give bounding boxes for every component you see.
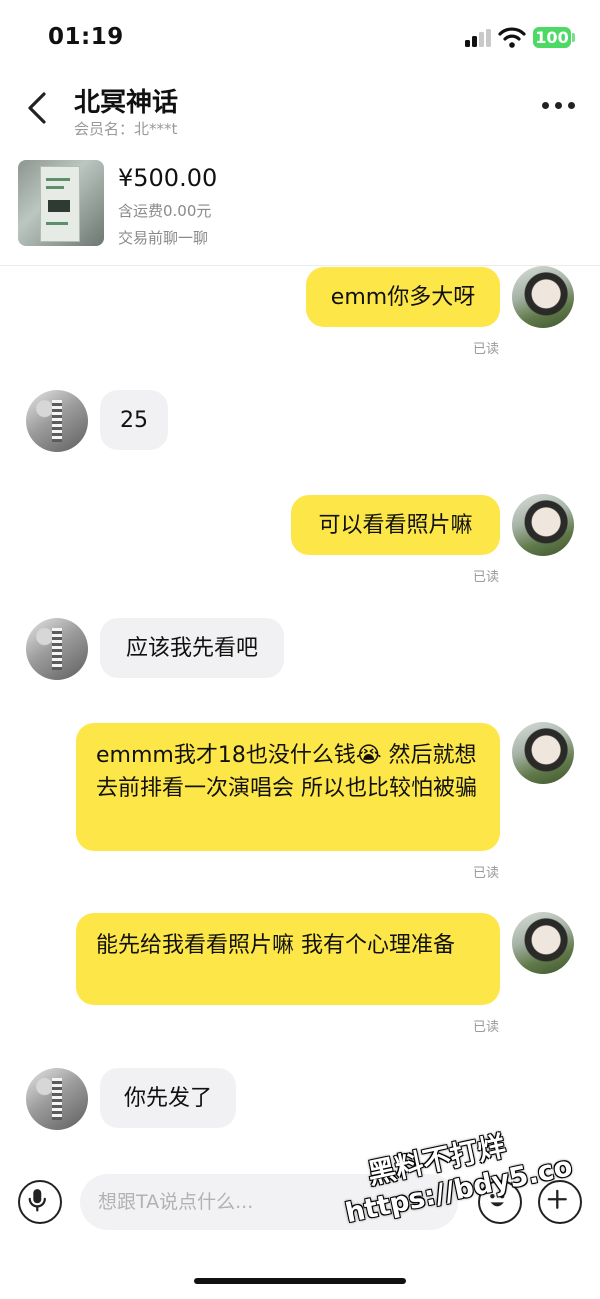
product-price: ¥500.00 bbox=[118, 164, 218, 192]
message-text: 25 bbox=[120, 407, 148, 433]
message-text: 可以看看照片嘛 bbox=[318, 512, 473, 538]
plus-icon[interactable] bbox=[538, 1180, 582, 1224]
microphone-icon[interactable] bbox=[18, 1180, 62, 1224]
avatar-me[interactable] bbox=[512, 722, 574, 784]
message-bubble-mine[interactable]: emmm我才18也没什么钱😭 然后就想去前排看一次演唱会 所以也比较怕被骗 bbox=[76, 723, 500, 851]
message-bubble-theirs[interactable]: 25 bbox=[100, 390, 168, 450]
chevron-left-icon[interactable] bbox=[24, 90, 52, 126]
input-bar bbox=[0, 1160, 600, 1240]
avatar-seller[interactable] bbox=[26, 1068, 88, 1130]
avatar-seller[interactable] bbox=[26, 618, 88, 680]
message-input[interactable] bbox=[80, 1174, 458, 1230]
read-receipt: 已读 bbox=[473, 342, 500, 357]
member-label: 会员名： bbox=[74, 120, 135, 138]
read-receipt: 已读 bbox=[473, 570, 500, 585]
avatar-me[interactable] bbox=[512, 266, 574, 328]
shipping-info: 含运费0.00元 bbox=[118, 202, 212, 220]
message-bubble-mine[interactable]: 可以看看照片嘛 bbox=[291, 495, 500, 555]
member-name: 会员名：北***t bbox=[74, 118, 177, 139]
home-indicator[interactable] bbox=[194, 1278, 406, 1284]
product-thumbnail[interactable] bbox=[18, 160, 104, 246]
avatar-me[interactable] bbox=[512, 494, 574, 556]
seller-name: 北冥神话 bbox=[74, 88, 179, 118]
wifi-icon bbox=[498, 27, 526, 48]
message-text: emm你多大呀 bbox=[330, 284, 476, 310]
chat-header: 北冥神话 会员名：北***t bbox=[0, 76, 600, 146]
status-bar: 01:19 100 bbox=[0, 0, 600, 76]
signal-icon bbox=[465, 29, 491, 47]
message-bubble-mine[interactable]: 能先给我看看照片嘛 我有个心理准备 bbox=[76, 913, 500, 1005]
read-receipt: 已读 bbox=[473, 866, 500, 881]
status-time: 01:19 bbox=[48, 24, 124, 50]
message-text: emmm我才18也没什么钱😭 然后就想去前排看一次演唱会 所以也比较怕被骗 bbox=[96, 743, 477, 801]
avatar-seller[interactable] bbox=[26, 390, 88, 452]
message-bubble-mine[interactable]: emm你多大呀 bbox=[306, 267, 500, 327]
smiley-icon[interactable] bbox=[478, 1180, 522, 1224]
member-value: 北***t bbox=[134, 120, 178, 138]
message-text: 应该我先看吧 bbox=[125, 635, 258, 661]
read-receipt: 已读 bbox=[473, 1020, 500, 1035]
battery-tip bbox=[572, 33, 575, 42]
message-bubble-theirs[interactable]: 应该我先看吧 bbox=[100, 618, 284, 678]
more-dots-icon[interactable] bbox=[542, 102, 578, 112]
product-card[interactable]: ¥500.00 含运费0.00元 交易前聊一聊 bbox=[0, 146, 600, 266]
battery-indicator: 100 bbox=[533, 27, 571, 48]
message-text: 你先发了 bbox=[123, 1085, 212, 1111]
message-text: 能先给我看看照片嘛 我有个心理准备 bbox=[96, 933, 455, 958]
avatar-me[interactable] bbox=[512, 912, 574, 974]
message-bubble-theirs[interactable]: 你先发了 bbox=[100, 1068, 236, 1128]
chat-hint: 交易前聊一聊 bbox=[118, 229, 209, 247]
